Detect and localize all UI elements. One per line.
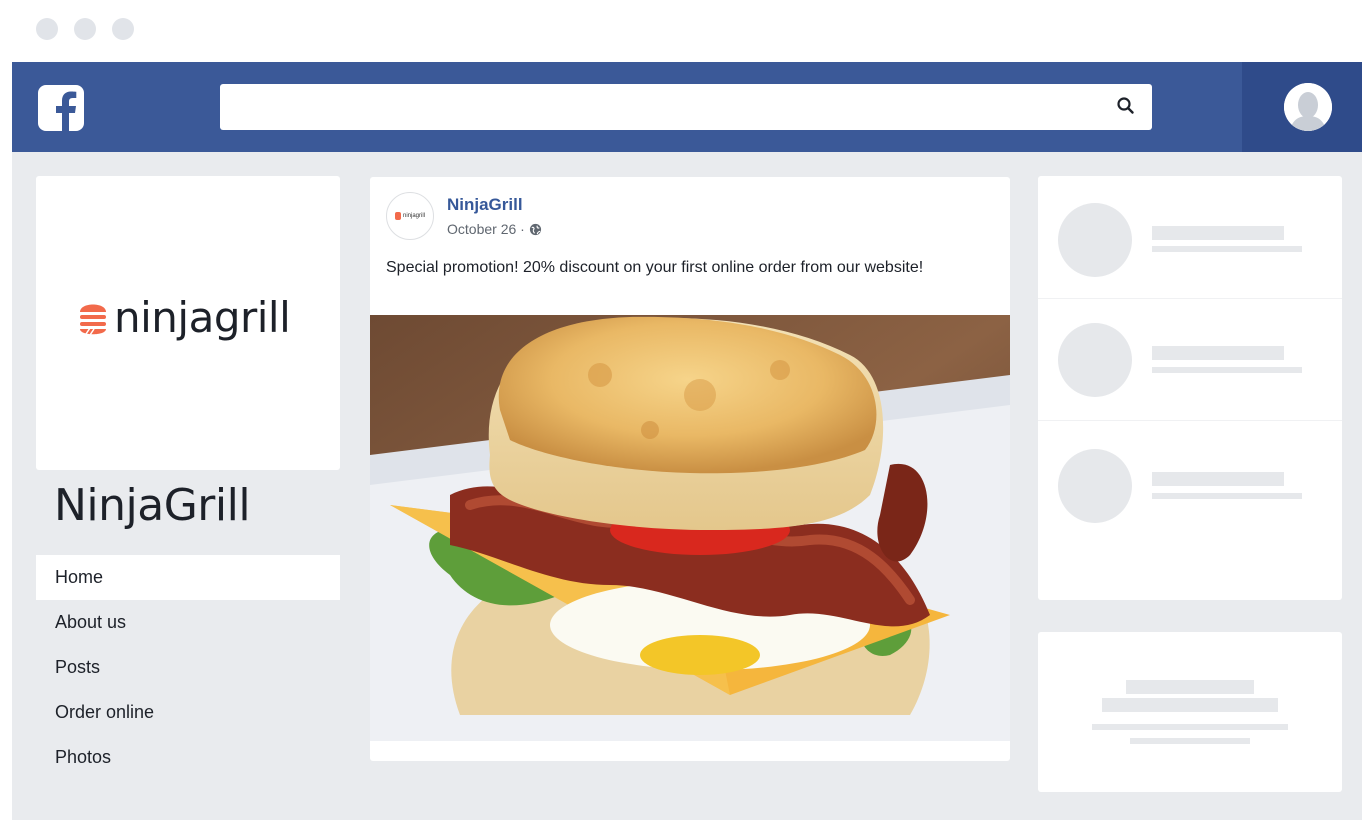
placeholder-line — [1152, 246, 1302, 252]
placeholder-line — [1152, 367, 1302, 373]
post-author-name[interactable]: NinjaGrill — [447, 195, 523, 215]
brand-logo-text: ninjagrill — [114, 293, 291, 342]
globe-icon — [529, 223, 541, 235]
post-meta: October 26 · — [447, 221, 542, 237]
placeholder-line — [1152, 493, 1302, 499]
placeholder-line — [1092, 724, 1288, 730]
placeholder-row — [1038, 420, 1342, 540]
nav-item-order-online[interactable]: Order online — [36, 690, 340, 735]
post-avatar-logo-text: ninjagrill — [402, 213, 425, 219]
placeholder-line — [1130, 738, 1250, 744]
burger-logo-icon — [80, 304, 106, 339]
info-placeholder-card — [1038, 632, 1342, 792]
window-controls — [36, 18, 134, 40]
facebook-top-bar — [12, 62, 1362, 152]
feed-post: ninjagrill NinjaGrill October 26 · Speci… — [370, 177, 1010, 761]
page-nav: Home About us Posts Order online Photos — [36, 555, 340, 780]
search-icon[interactable] — [1116, 96, 1136, 116]
nav-item-about-us[interactable]: About us — [36, 600, 340, 645]
nav-item-photos[interactable]: Photos — [36, 735, 340, 780]
placeholder-line — [1152, 346, 1284, 360]
placeholder-line — [1152, 472, 1284, 486]
placeholder-row — [1038, 176, 1342, 296]
post-image[interactable] — [370, 315, 1010, 741]
post-author-avatar[interactable]: ninjagrill — [386, 192, 434, 240]
facebook-f-icon[interactable] — [38, 85, 84, 131]
search-input[interactable] — [220, 84, 1152, 130]
window-minimize-dot[interactable] — [74, 18, 96, 40]
placeholder-avatar — [1058, 323, 1132, 397]
placeholder-row — [1038, 298, 1342, 418]
placeholder-line — [1126, 680, 1254, 694]
browser-viewport: ninjagrill NinjaGrill Home About us Post… — [12, 62, 1362, 820]
suggestions-placeholder-card — [1038, 176, 1342, 600]
brand-logo: ninjagrill — [78, 293, 291, 342]
page-title: NinjaGrill — [54, 480, 251, 531]
user-silhouette-icon[interactable] — [1284, 83, 1332, 131]
post-date[interactable]: October 26 · — [447, 221, 525, 237]
window-close-dot[interactable] — [36, 18, 58, 40]
placeholder-avatar — [1058, 203, 1132, 277]
placeholder-avatar — [1058, 449, 1132, 523]
placeholder-line — [1152, 226, 1284, 240]
window-maximize-dot[interactable] — [112, 18, 134, 40]
placeholder-line — [1102, 698, 1278, 712]
burger-mini-icon — [394, 212, 401, 220]
nav-item-posts[interactable]: Posts — [36, 645, 340, 690]
nav-item-home[interactable]: Home — [36, 555, 340, 600]
post-body-text: Special promotion! 20% discount on your … — [386, 259, 924, 276]
breakfast-sandwich-photo — [370, 315, 1010, 741]
profile-area — [1242, 62, 1362, 152]
page-profile-card: ninjagrill — [36, 176, 340, 470]
